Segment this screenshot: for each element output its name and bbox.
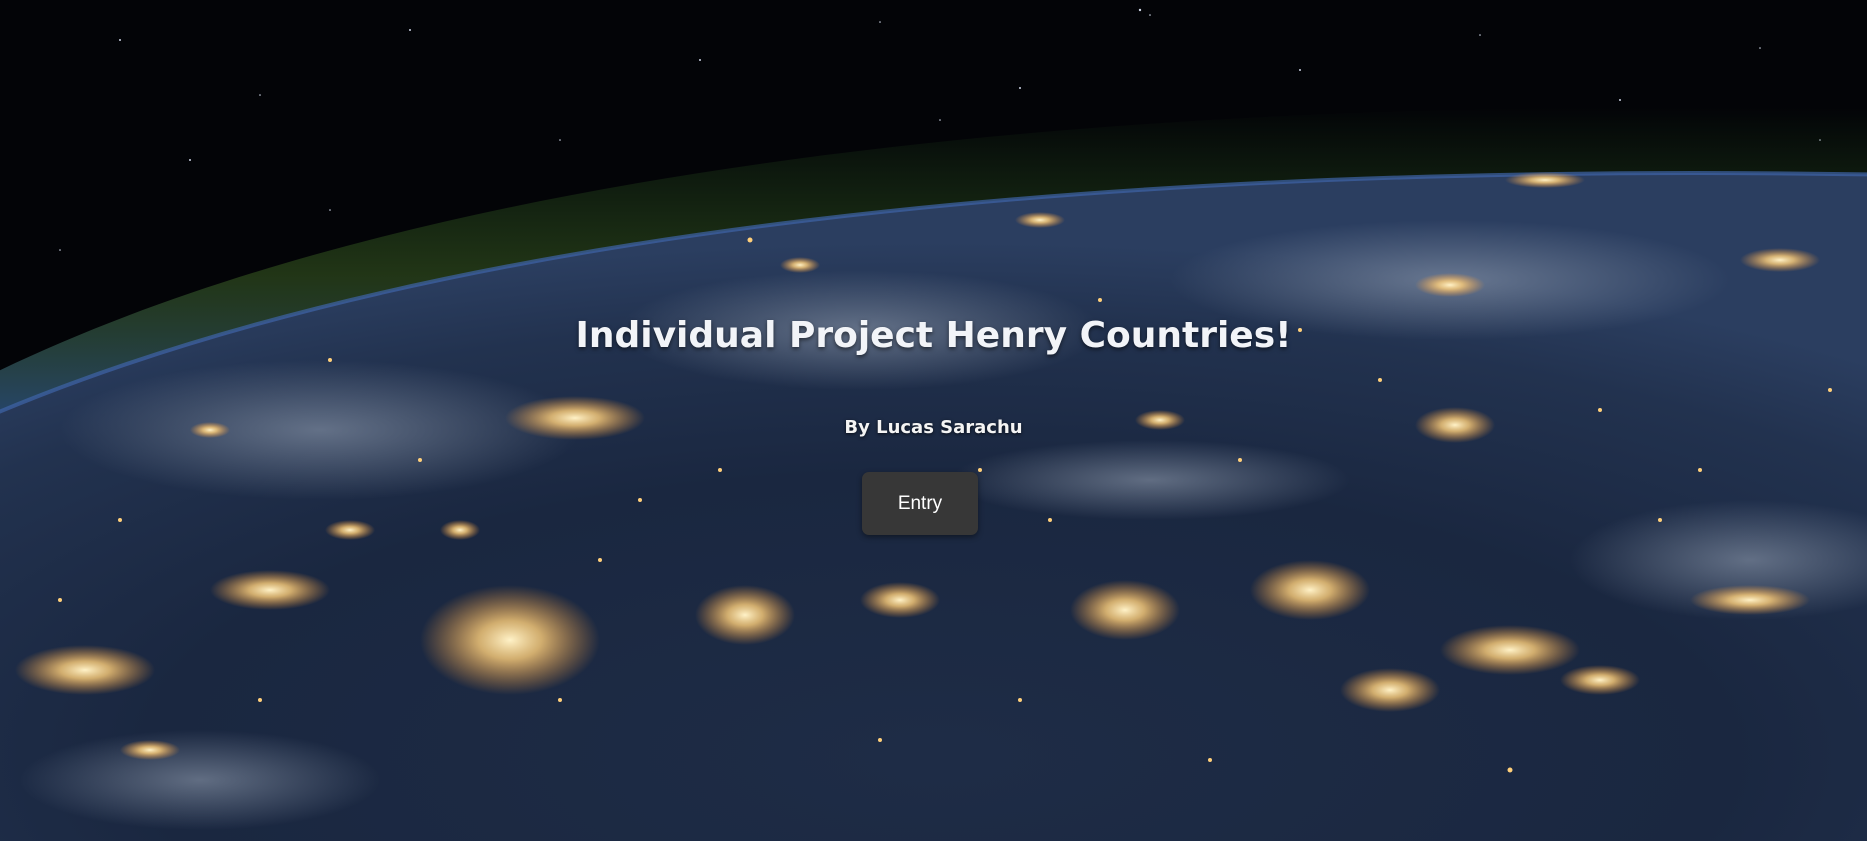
author-line: By Lucas Sarachu — [844, 417, 1023, 438]
entry-button[interactable]: Entry — [862, 472, 978, 535]
hero-content: Individual Project Henry Countries! By L… — [0, 0, 1867, 841]
landing-page: Individual Project Henry Countries! By L… — [0, 0, 1867, 841]
page-title: Individual Project Henry Countries! — [575, 315, 1292, 356]
